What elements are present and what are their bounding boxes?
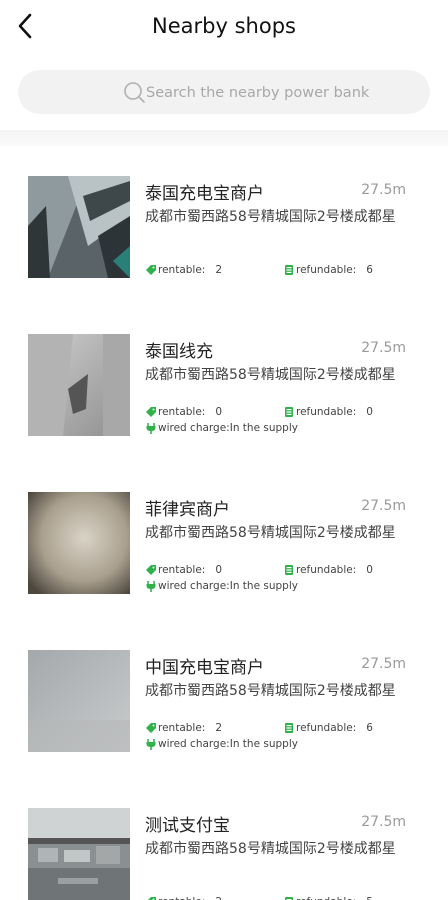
- header: Nearby shops: [0, 0, 448, 56]
- shop-distance: 27.5m: [361, 498, 406, 514]
- shop-item[interactable]: 泰国充电宝商户 27.5m 成都市蜀西路58号精城国际2号楼成都星 rentab…: [0, 146, 448, 304]
- tag-icon: [146, 565, 156, 575]
- battery-icon: [285, 723, 293, 733]
- search-bar[interactable]: [18, 70, 430, 116]
- rentable-value: 2: [215, 896, 222, 900]
- shop-address: 成都市蜀西路58号精城国际2号楼成都星: [145, 209, 396, 225]
- refundable-stat: refundable: 0: [283, 564, 373, 576]
- tag-icon: [146, 723, 156, 733]
- shop-distance: 27.5m: [361, 182, 406, 198]
- shop-address: 成都市蜀西路58号精城国际2号楼成都星: [145, 683, 396, 699]
- refundable-value: 6: [366, 264, 373, 276]
- wired-label: wired charge:: [158, 422, 230, 434]
- shop-item[interactable]: 菲律宾商户 27.5m 成都市蜀西路58号精城国际2号楼成都星 rentable…: [0, 462, 448, 620]
- shop-address: 成都市蜀西路58号精城国际2号楼成都星: [145, 841, 396, 857]
- refundable-label: refundable:: [296, 564, 357, 576]
- rentable-value: 2: [215, 264, 223, 276]
- battery-icon: [285, 897, 293, 900]
- shop-name: 泰国线充: [145, 342, 213, 362]
- battery-icon: [285, 407, 293, 417]
- shop-item[interactable]: 泰国线充 27.5m 成都市蜀西路58号精城国际2号楼成都星 rentable:…: [0, 304, 448, 462]
- wired-value: In the supply: [229, 422, 298, 434]
- shop-name: 测试支付宝: [145, 816, 230, 836]
- rentable-label: rentable:: [158, 564, 206, 576]
- shop-name: 泰国充电宝商户: [145, 184, 264, 204]
- refundable-stat: refundable: 0: [283, 406, 373, 418]
- rentable-stat: rentable: 2: [145, 264, 222, 276]
- rentable-value: 0: [215, 564, 223, 576]
- wired-value: In the supply: [229, 580, 298, 592]
- stats-row: rentable: 2 refundable: 6: [145, 722, 373, 734]
- shop-address: 成都市蜀西路58号精城国际2号楼成都星: [145, 525, 396, 541]
- divider: [0, 130, 448, 146]
- shop-distance: 27.5m: [361, 814, 406, 830]
- refundable-value: 5: [366, 896, 373, 900]
- shop-thumbnail: [28, 808, 130, 900]
- refundable-value: 6: [366, 722, 373, 734]
- stats-row: rentable: 0 refundable: 0: [145, 564, 373, 576]
- rentable-value: 2: [215, 722, 223, 734]
- refundable-label: refundable:: [296, 264, 357, 276]
- tag-icon: [146, 265, 156, 275]
- shop-thumbnail: [28, 650, 130, 752]
- search-input[interactable]: [144, 70, 418, 116]
- app-root: Nearby shops 泰国充电宝商户: [0, 0, 448, 900]
- battery-icon: [285, 565, 293, 575]
- shop-list: 泰国充电宝商户 27.5m 成都市蜀西路58号精城国际2号楼成都星 rentab…: [0, 146, 448, 900]
- refundable-label: refundable:: [296, 406, 357, 418]
- rentable-label: rentable:: [158, 722, 206, 734]
- shop-name: 中国充电宝商户: [145, 658, 264, 678]
- refundable-stat: refundable: 6: [283, 264, 373, 276]
- tag-icon: [148, 897, 156, 900]
- stats-row: rentable: 0 refundable: 0: [145, 406, 373, 418]
- rentable-label: rentable:: [158, 406, 206, 418]
- rentable-value: 0: [215, 406, 223, 418]
- rentable-stat: rentable: 2: [145, 896, 222, 900]
- page-title: Nearby shops: [152, 14, 296, 38]
- shop-item[interactable]: 测试支付宝 27.5m 成都市蜀西路58号精城国际2号楼成都星 rentable…: [0, 778, 448, 900]
- refundable-stat: refundable: 5: [283, 896, 373, 900]
- wired-value: In the supply: [229, 738, 298, 750]
- plug-icon: [146, 423, 156, 434]
- shop-distance: 27.5m: [361, 340, 406, 356]
- wired-row: wired charge: In the supply: [145, 422, 298, 434]
- refundable-value: 0: [366, 406, 373, 418]
- shop-name: 菲律宾商户: [145, 500, 230, 520]
- stats-row: rentable: 2 refundable: 5: [145, 896, 373, 900]
- tag-icon: [146, 407, 156, 417]
- shop-thumbnail: [28, 492, 130, 594]
- shop-item[interactable]: 中国充电宝商户 27.5m 成都市蜀西路58号精城国际2号楼成都星 rentab…: [0, 620, 448, 778]
- refundable-label: refundable:: [296, 722, 357, 734]
- plug-icon: [146, 739, 156, 750]
- refundable-value: 0: [366, 564, 373, 576]
- stats-row: rentable: 2 refundable: 6: [145, 264, 373, 276]
- shop-thumbnail: [28, 334, 130, 436]
- shop-distance: 27.5m: [361, 656, 406, 672]
- search-icon: [124, 82, 145, 103]
- plug-icon: [146, 581, 156, 592]
- wired-row: wired charge: In the supply: [145, 738, 298, 750]
- refundable-stat: refundable: 6: [283, 722, 373, 734]
- rentable-stat: rentable: 2: [145, 722, 222, 734]
- wired-label: wired charge:: [158, 738, 230, 750]
- rentable-label: rentable:: [158, 896, 205, 900]
- rentable-stat: rentable: 0: [145, 564, 222, 576]
- refundable-label: refundable:: [296, 896, 356, 900]
- rentable-label: rentable:: [158, 264, 206, 276]
- wired-row: wired charge: In the supply: [145, 580, 298, 592]
- shop-thumbnail: [28, 176, 130, 278]
- wired-label: wired charge:: [158, 580, 230, 592]
- shop-address: 成都市蜀西路58号精城国际2号楼成都星: [145, 367, 396, 383]
- battery-icon: [285, 265, 293, 275]
- rentable-stat: rentable: 0: [145, 406, 222, 418]
